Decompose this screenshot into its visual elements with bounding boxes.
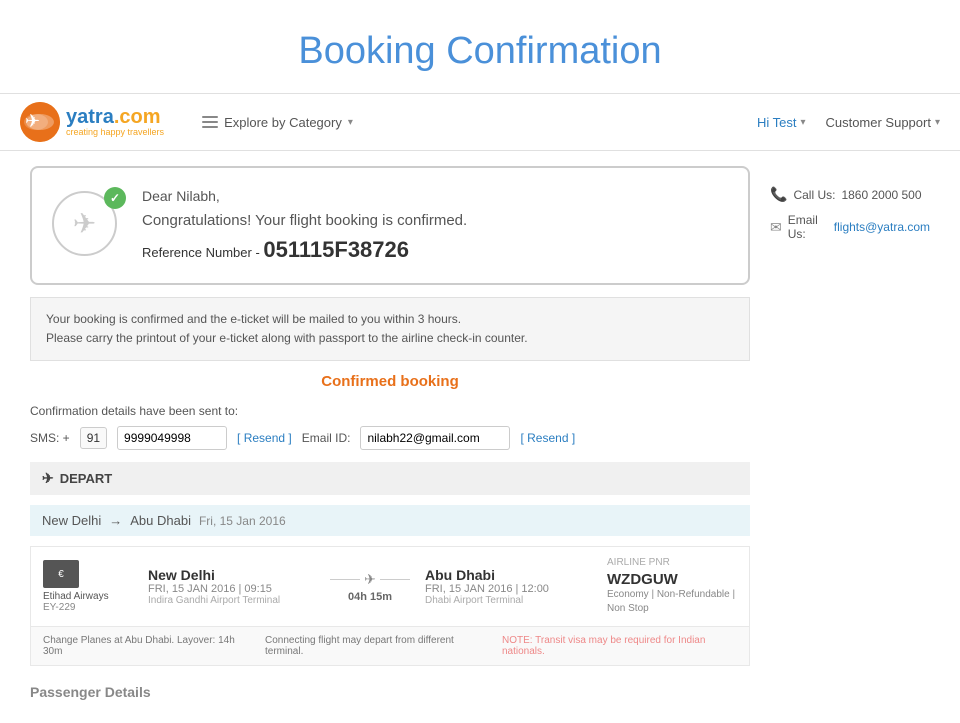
email-label: Email Us: [788,213,828,241]
svg-text:✈: ✈ [25,111,40,131]
greeting: Dear Nilabh, [142,188,467,204]
user-menu[interactable]: Hi Test ▾ [757,115,806,130]
layover-note: NOTE: Transit visa may be required for I… [502,635,737,657]
confirmation-message: Congratulations! Your flight booking is … [142,212,467,229]
confirmed-booking-label: Confirmed booking [30,373,750,390]
confirmation-icon-area: ✈ ✓ [52,191,122,261]
email-icon: ✉ [770,219,782,236]
route-banner: New Delhi → Abu Dhabi Fri, 15 Jan 2016 [30,505,750,536]
plane-line: ✈ [330,571,410,588]
info-line2: Please carry the printout of your e-tick… [46,329,734,348]
airline-flight: EY-229 [43,602,133,613]
email-input[interactable] [360,426,510,450]
logo-text: yatra.com creating happy travellers [66,106,164,138]
chevron-down-icon: ▾ [348,117,353,128]
airline-info: € Etihad Airways EY-229 [43,560,133,613]
arrive-airport: Dhabi Airport Terminal [425,595,592,606]
resend-sms-link[interactable]: [ Resend ] [237,431,292,445]
phone-input[interactable] [117,426,227,450]
airline-logo-symbol: € [58,569,64,580]
main-content: ✈ ✓ Dear Nilabh, Congratulations! Your f… [0,151,960,723]
email-id-label: Email ID: [302,431,351,445]
user-chevron-icon: ▾ [800,117,805,128]
layover-text2: Connecting flight may depart from differ… [265,635,482,657]
sms-label: SMS: + [30,431,70,445]
depart-section-header: ✈ DEPART [30,462,750,495]
pnr-info: AIRLINE PNR WZDGUW Economy | Non-Refunda… [607,557,737,616]
resend-email-link[interactable]: [ Resend ] [520,431,575,445]
logo-tagline: creating happy travellers [66,128,164,138]
airline-name: Etihad Airways [43,591,133,602]
sidebar-phone: 📞 Call Us: 1860 2000 500 [770,186,930,203]
navbar: ✈ yatra.com creating happy travellers Ex… [0,93,960,151]
info-line1: Your booking is confirmed and the e-tick… [46,310,734,329]
depart-city-info: New Delhi FRI, 15 JAN 2016 | 09:15 Indir… [148,567,315,606]
confirmation-text: Dear Nilabh, Congratulations! Your fligh… [142,188,467,263]
arrive-date: FRI, 15 JAN 2016 | 12:00 [425,583,592,595]
depart-label: DEPART [60,471,112,486]
ref-number-value: 051115F38726 [263,237,409,262]
arrive-city: Abu Dhabi [425,567,592,583]
passenger-details-header: Passenger Details [30,676,750,708]
email-link[interactable]: flights@yatra.com [834,220,930,234]
customer-support-menu[interactable]: Customer Support ▾ [825,115,940,130]
sidebar-email: ✉ Email Us: flights@yatra.com [770,213,930,241]
layover-box: Change Planes at Abu Dhabi. Layover: 14h… [30,627,750,666]
flight-row: € Etihad Airways EY-229 New Delhi FRI, 1… [30,546,750,627]
logo-icon: ✈ [20,102,60,142]
to-city: Abu Dhabi [130,513,191,528]
right-sidebar: 📞 Call Us: 1860 2000 500 ✉ Email Us: fli… [770,166,930,708]
confirmation-details-sent: Confirmation details have been sent to: [30,404,750,418]
page-title: Booking Confirmation [0,0,960,93]
phone-icon: 📞 [770,186,787,203]
duration-text: 04h 15m [330,591,410,603]
support-chevron-icon: ▾ [935,117,940,128]
hamburger-icon [202,116,218,128]
pnr-label: AIRLINE PNR [607,557,737,568]
reference-number: Reference Number - 051115F38726 [142,237,467,263]
user-greeting: Hi Test [757,115,797,130]
arrow-icon: → [109,513,122,528]
layover-text1: Change Planes at Abu Dhabi. Layover: 14h… [43,635,245,657]
pnr-details: Economy | Non-Refundable | Non Stop [607,588,737,616]
logo[interactable]: ✈ yatra.com creating happy travellers [20,102,164,142]
ref-prefix: Reference Number - [142,245,263,260]
nav-right: Hi Test ▾ Customer Support ▾ [757,115,940,130]
depart-city: New Delhi [148,567,315,583]
flight-duration: ✈ 04h 15m [330,571,410,603]
support-label: Customer Support [825,115,931,130]
left-content: ✈ ✓ Dear Nilabh, Congratulations! Your f… [30,166,750,708]
explore-label: Explore by Category [224,115,342,130]
route-date: Fri, 15 Jan 2016 [199,514,286,528]
phone-number: 1860 2000 500 [841,188,921,202]
plane-icon: ✈ [364,571,376,588]
confirmation-card: ✈ ✓ Dear Nilabh, Congratulations! Your f… [30,166,750,285]
airline-logo: € [43,560,79,588]
check-badge: ✓ [104,187,126,209]
country-code: 91 [80,427,107,449]
arrive-city-info: Abu Dhabi FRI, 15 JAN 2016 | 12:00 Dhabi… [425,567,592,606]
explore-by-category-button[interactable]: Explore by Category ▾ [194,111,361,134]
logo-com: .com [114,106,161,128]
phone-label: Call Us: [793,188,835,202]
from-city: New Delhi [42,513,101,528]
info-box: Your booking is confirmed and the e-tick… [30,297,750,361]
plane-depart-icon: ✈ [42,470,54,487]
depart-airport: Indira Gandhi Airport Terminal [148,595,315,606]
pnr-code: WZDGUW [607,571,737,588]
depart-date: FRI, 15 JAN 2016 | 09:15 [148,583,315,595]
logo-name: yatra.com [66,106,164,128]
contact-details-row: SMS: + 91 [ Resend ] Email ID: [ Resend … [30,426,750,450]
